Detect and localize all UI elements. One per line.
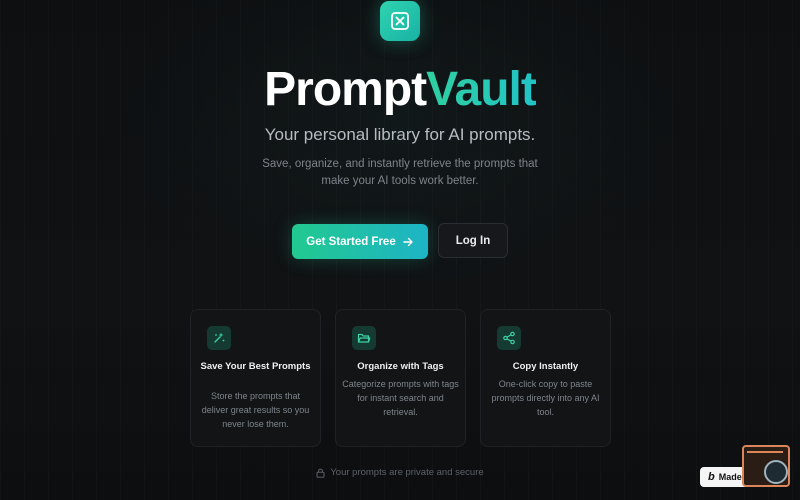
page-title: PromptVault (0, 60, 800, 120)
feature-description: Categorize prompts with tags for instant… (342, 379, 459, 417)
get-started-label: Get Started Free (306, 235, 396, 248)
feature-title: Organize with Tags (357, 361, 444, 372)
arrow-right-icon (403, 237, 413, 246)
get-started-button[interactable]: Get Started Free (292, 224, 428, 259)
x-box-icon (391, 12, 409, 30)
feature-icon-badge (207, 326, 231, 350)
hero-description: Save, organize, and instantly retrieve t… (262, 158, 538, 187)
feature-title: Copy Instantly (512, 361, 579, 372)
feature-card-copy: Copy Instantly One-click copy to paste p… (480, 309, 611, 447)
lock-icon (316, 468, 325, 478)
feature-card-organize: Organize with Tags Categorize prompts wi… (335, 309, 466, 447)
login-button[interactable]: Log In (438, 223, 508, 258)
feature-icon-badge (352, 326, 376, 350)
folder-open-icon (357, 333, 371, 343)
feature-description: One-click copy to paste prompts directly… (491, 379, 600, 417)
share-icon (503, 331, 515, 345)
sparkles-icon (214, 332, 225, 343)
app-logo (380, 1, 420, 41)
feature-title: Save Your Best Prompts (200, 361, 311, 372)
widget-bar (747, 451, 783, 453)
magnifier-icon (764, 460, 788, 484)
feature-description: Store the prompts that deliver great res… (201, 391, 310, 429)
hero-subtitle: Your personal library for AI prompts. (264, 125, 536, 144)
title-part-prompt: Prompt (264, 63, 427, 116)
title-part-vault: Vault (426, 63, 537, 116)
feature-icon-badge (497, 326, 521, 350)
badge-logo: b (708, 471, 715, 483)
feature-card-save: Save Your Best Prompts Store the prompts… (190, 309, 321, 447)
inspector-widget[interactable] (742, 445, 790, 487)
privacy-note: Your prompts are private and secure (0, 467, 800, 478)
privacy-text: Your prompts are private and secure (330, 467, 484, 478)
